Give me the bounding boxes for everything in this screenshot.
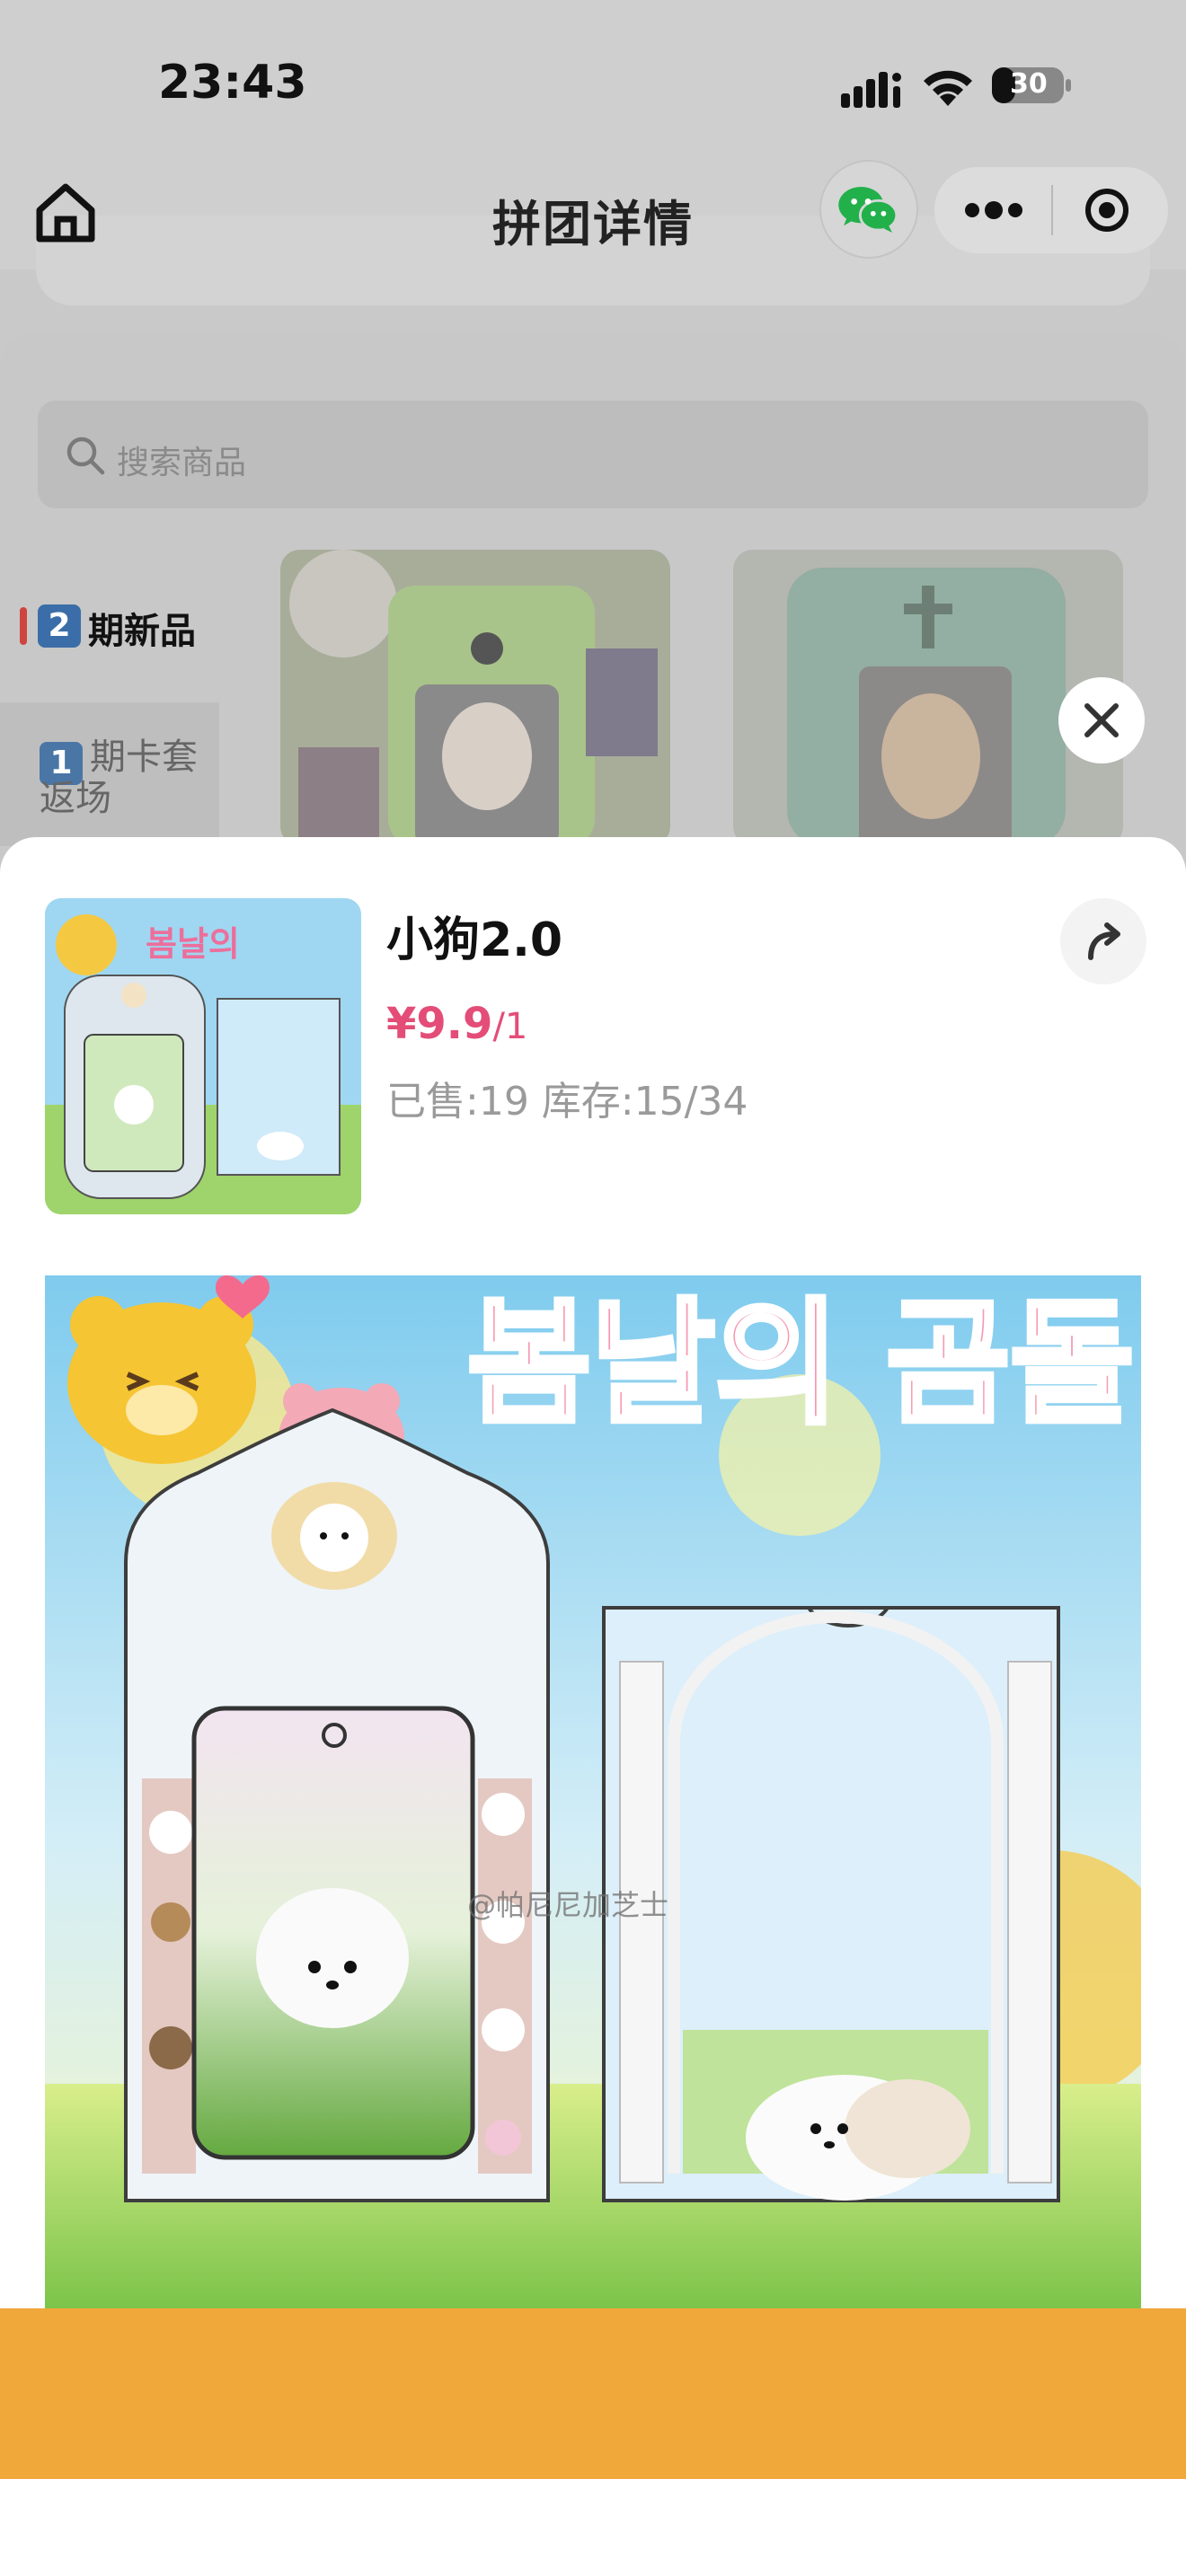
more-icon[interactable] [963, 201, 1024, 219]
product-main-image[interactable]: 봄날의 곰돌 @帕尼尼加芝士 [45, 1275, 1141, 2308]
share-arrow-icon [1088, 922, 1120, 960]
battery-icon: 30 [990, 65, 1073, 106]
wechat-icon [838, 186, 898, 234]
svg-text:봄날의: 봄날의 [146, 924, 240, 964]
price-value: ¥9.9 [386, 999, 493, 1049]
cellular-signal-icon [841, 72, 901, 108]
status-bar: 23:43 30 [0, 0, 1186, 171]
product-card-image[interactable] [280, 550, 670, 846]
sidebar-item-label: 期新品 [88, 611, 196, 652]
close-icon [1084, 703, 1119, 737]
status-time: 23:43 [158, 56, 307, 110]
active-indicator [20, 607, 27, 645]
image-watermark: @帕尼尼加芝士 [467, 1888, 669, 1922]
search-icon [66, 437, 105, 475]
banner-text: 봄날의 곰돌 [467, 1286, 1134, 1442]
bottom-action-bar[interactable] [0, 2308, 1186, 2479]
stock-info: 已售:19 库存:15/34 [386, 1079, 748, 1125]
product-price: ¥9.9/1 [386, 999, 527, 1049]
home-indicator-area [0, 2479, 1186, 2576]
search-placeholder: 搜索商品 [117, 445, 247, 481]
number-badge: 2 [38, 604, 81, 648]
sidebar-item-label: 期卡套返场 [40, 737, 198, 819]
close-popup-button[interactable] [1058, 677, 1145, 763]
wifi-icon [924, 70, 972, 106]
price-unit: /1 [492, 1006, 528, 1047]
share-button[interactable] [1060, 898, 1146, 984]
close-mini-program-icon[interactable] [1084, 187, 1130, 234]
wechat-share-button[interactable] [819, 160, 918, 259]
battery-level: 30 [1010, 68, 1048, 100]
product-thumbnail[interactable]: 봄날의 [45, 898, 361, 1214]
capsule-divider [1051, 185, 1053, 235]
product-name: 小狗2.0 [386, 913, 563, 967]
